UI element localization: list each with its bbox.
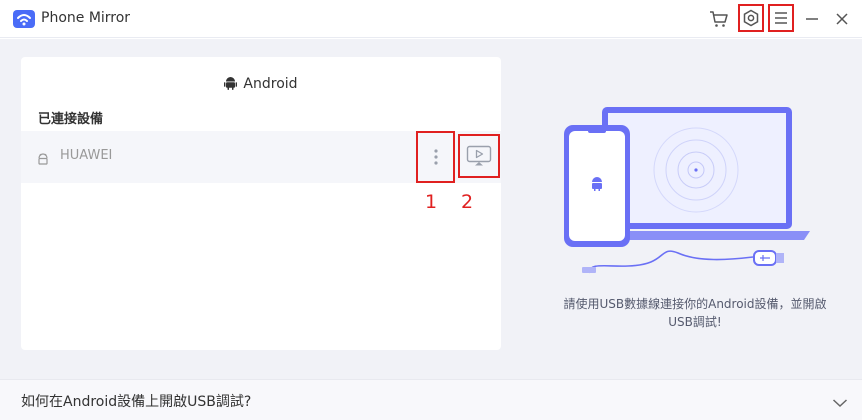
device-row[interactable]: HUAWEI [21,131,501,183]
connected-devices-label: 已連接設備 [38,112,104,127]
title-bar: Phone Mirror [0,0,862,38]
hamburger-menu-icon [775,12,787,24]
vertical-dots-icon [433,149,438,165]
start-mirror-button[interactable] [458,134,500,178]
app-logo-icon [13,10,35,28]
close-icon [836,13,848,25]
usb-instruction-line-1: 請使用USB數據線連接你的Android設備，並開啟 [563,297,827,311]
cart-icon [710,11,728,27]
app-title: Phone Mirror [41,10,131,26]
more-options-button[interactable] [416,131,455,183]
usb-instruction: 請使用USB數據線連接你的Android設備，並開啟 USB調試! [545,295,845,331]
device-name: HUAWEI [60,148,113,163]
annotation-number-2: 2 [461,191,474,213]
usb-instruction-line-2: USB調試! [668,315,722,329]
screen-mirror-icon [466,145,492,166]
menu-button[interactable] [768,4,794,32]
main-area: Android 已連接設備 HUAWEI 1 2 請使用USB數據線連接你的An… [0,39,862,379]
connection-illustration [548,103,820,283]
android-icon [224,76,238,94]
annotation-number-1: 1 [425,191,438,213]
usb-debug-help-link[interactable]: 如何在Android設備上開啟USB調試? [21,391,251,411]
minimize-button[interactable] [799,7,825,31]
close-button[interactable] [829,7,855,31]
gear-icon [743,9,759,27]
platform-label: Android [243,76,298,92]
settings-button[interactable] [738,4,764,32]
cart-button[interactable] [706,7,732,31]
chevron-down-icon[interactable] [832,393,848,412]
android-device-icon [37,150,49,169]
usb-debug-help-bar[interactable]: 如何在Android設備上開啟USB調試? [0,379,862,420]
minimize-icon [806,18,818,20]
platform-header: Android [21,76,501,94]
